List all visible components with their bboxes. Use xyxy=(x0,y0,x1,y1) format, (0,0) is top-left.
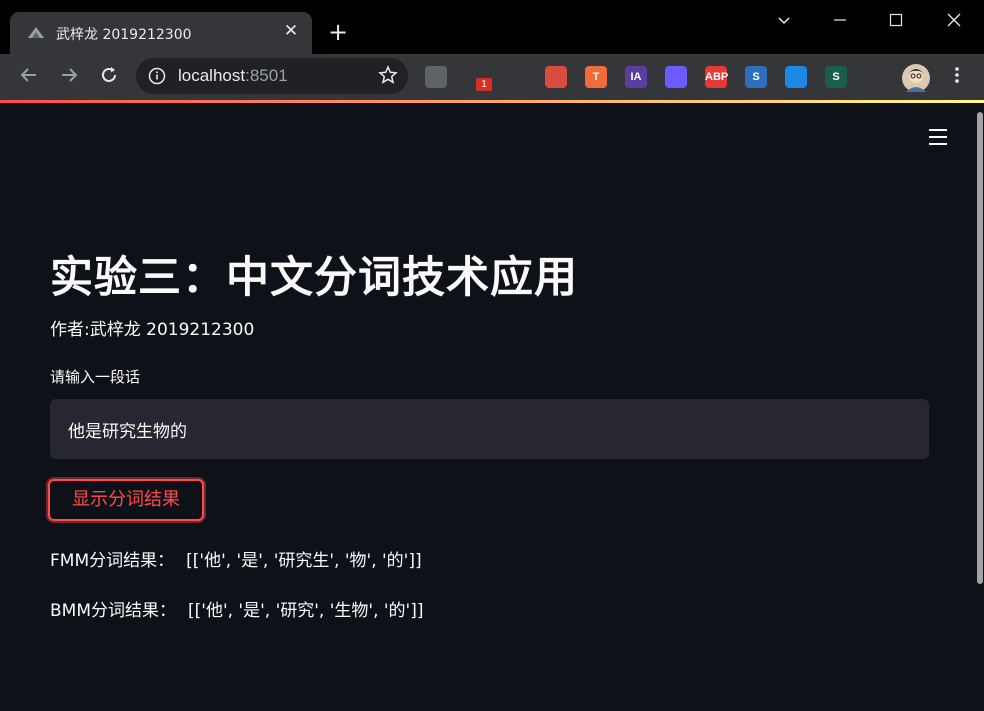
bmm-label: BMM分词结果： xyxy=(50,601,176,621)
maximize-icon[interactable] xyxy=(876,6,916,34)
streamlit-app: 实验三：中文分词技术应用 作者:武梓龙 2019212300 请输入一段话 显示… xyxy=(0,103,976,711)
triangle-extension-icon[interactable] xyxy=(505,66,527,88)
url-port: :8501 xyxy=(245,66,288,85)
page-title: 实验三：中文分词技术应用 xyxy=(50,253,578,303)
show-segmentation-button[interactable]: 显示分词结果 xyxy=(48,479,204,521)
todoist-icon[interactable] xyxy=(545,66,567,88)
tab-search-icon[interactable] xyxy=(764,6,804,34)
translate-icon[interactable]: T xyxy=(585,66,607,88)
close-tab-icon[interactable]: ✕ xyxy=(282,22,300,40)
kebab-menu-icon[interactable] xyxy=(944,64,970,90)
pen-icon[interactable] xyxy=(785,66,807,88)
url-host: localhost xyxy=(178,66,246,85)
profile-avatar[interactable] xyxy=(902,64,930,92)
url-text: localhost:8501 xyxy=(178,66,288,86)
new-tab-icon[interactable]: + xyxy=(326,20,350,44)
bmm-value: [['他', '是', '研究', '生物', '的']] xyxy=(188,601,424,621)
fmm-result: FMM分词结果： [['他', '是', '研究生', '物', '的']] xyxy=(50,546,422,571)
forward-icon[interactable] xyxy=(56,64,82,90)
author-text: 作者:武梓龙 2019212300 xyxy=(50,320,255,340)
adblock-icon[interactable]: ABP xyxy=(705,66,728,88)
fmm-value: [['他', '是', '研究生', '物', '的']] xyxy=(186,551,422,571)
input-label: 请输入一段话 xyxy=(50,368,141,386)
extension-badge: 1 xyxy=(476,78,492,91)
text-input[interactable] xyxy=(50,399,929,459)
crescent-icon[interactable] xyxy=(665,66,687,88)
address-bar[interactable]: localhost:8501 xyxy=(136,58,408,94)
scrollbar-thumb[interactable] xyxy=(977,112,983,584)
browser-tab[interactable]: 武梓龙 2019212300 ✕ xyxy=(10,12,312,54)
s-blue-icon[interactable]: S xyxy=(745,66,767,88)
ia-icon[interactable]: IA xyxy=(625,66,647,88)
browser-tab-strip: 武梓龙 2019212300 ✕ + xyxy=(0,0,984,54)
bmm-result: BMM分词结果： [['他', '是', '研究', '生物', '的']] xyxy=(50,596,424,621)
back-icon[interactable] xyxy=(16,64,42,90)
bookmark-star-icon[interactable] xyxy=(378,65,398,85)
grid-extension-icon[interactable] xyxy=(425,66,447,88)
minimize-icon[interactable] xyxy=(820,6,860,34)
browser-toolbar: localhost:8501 T IA ABP S S 1 xyxy=(0,54,984,100)
fmm-label: FMM分词结果： xyxy=(50,551,175,571)
streamlit-favicon-icon xyxy=(28,27,44,38)
close-window-icon[interactable] xyxy=(934,6,974,34)
hamburger-menu-icon[interactable] xyxy=(929,129,949,145)
tab-title: 武梓龙 2019212300 xyxy=(56,27,192,43)
s-green-icon[interactable]: S xyxy=(825,66,847,88)
reload-icon[interactable] xyxy=(96,64,122,90)
site-info-icon[interactable] xyxy=(148,67,166,85)
puzzle-icon[interactable] xyxy=(865,66,887,88)
